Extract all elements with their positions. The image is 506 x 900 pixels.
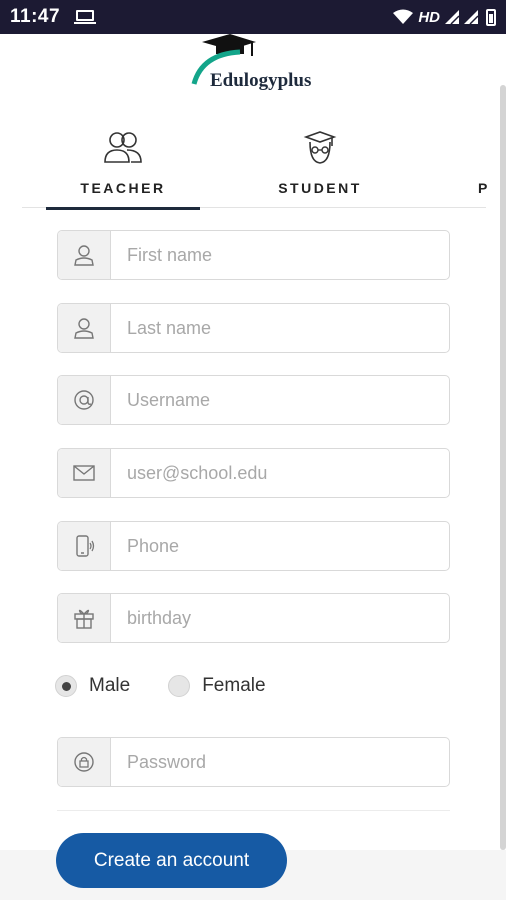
- tab-partial-label: P: [478, 180, 490, 196]
- status-icons: HD: [393, 8, 496, 26]
- gift-icon: [58, 594, 111, 642]
- active-tab-indicator: [46, 207, 200, 210]
- signal-icon-2: [464, 10, 478, 24]
- last-name-field: [57, 303, 450, 353]
- phone-icon: [58, 522, 111, 570]
- phone-field: [57, 521, 450, 571]
- email-field: [57, 448, 450, 498]
- scrollbar[interactable]: [500, 85, 506, 850]
- divider: [57, 810, 450, 811]
- role-tabs: TEACHER STUDENT P: [22, 128, 487, 210]
- tab-student-label: STUDENT: [278, 180, 362, 196]
- password-input[interactable]: [111, 738, 449, 786]
- status-bar: 11:47 HD: [0, 0, 506, 34]
- radio-option-female[interactable]: Female: [168, 675, 266, 697]
- tab-student[interactable]: STUDENT: [242, 128, 398, 208]
- signal-icon: [445, 10, 459, 24]
- radio-option-male[interactable]: Male: [55, 675, 130, 697]
- gender-radio-group: Male Female: [55, 672, 304, 700]
- birthday-input[interactable]: [111, 594, 449, 642]
- phone-input[interactable]: [111, 522, 449, 570]
- user-icon: [58, 304, 111, 352]
- user-icon: [58, 231, 111, 279]
- envelope-icon: [58, 449, 111, 497]
- status-time: 11:47: [10, 6, 61, 27]
- app-logo: Edulogyplus: [190, 34, 325, 96]
- first-name-field: [57, 230, 450, 280]
- radio-female-label: Female: [202, 675, 266, 696]
- battery-icon: [486, 8, 496, 26]
- radio-male[interactable]: [55, 675, 77, 697]
- network-type-label: HD: [418, 8, 440, 26]
- logo-text: Edulogyplus: [210, 70, 312, 91]
- last-name-input[interactable]: [111, 304, 449, 352]
- create-account-button[interactable]: Create an account: [56, 833, 287, 888]
- wifi-icon: [393, 9, 414, 24]
- teacher-group-icon: [104, 132, 142, 163]
- laptop-icon: [74, 10, 97, 24]
- tab-teacher[interactable]: TEACHER: [46, 128, 200, 210]
- username-input[interactable]: [111, 376, 449, 424]
- tab-partial[interactable]: P: [478, 128, 498, 208]
- username-field: [57, 375, 450, 425]
- at-icon: [58, 376, 111, 424]
- email-input[interactable]: [111, 449, 449, 497]
- first-name-input[interactable]: [111, 231, 449, 279]
- birthday-field: [57, 593, 450, 643]
- tab-teacher-label: TEACHER: [80, 180, 166, 196]
- password-field: [57, 737, 450, 787]
- radio-female[interactable]: [168, 675, 191, 697]
- lock-icon: [58, 738, 111, 786]
- student-graduate-icon: [303, 131, 337, 164]
- radio-male-label: Male: [89, 675, 131, 696]
